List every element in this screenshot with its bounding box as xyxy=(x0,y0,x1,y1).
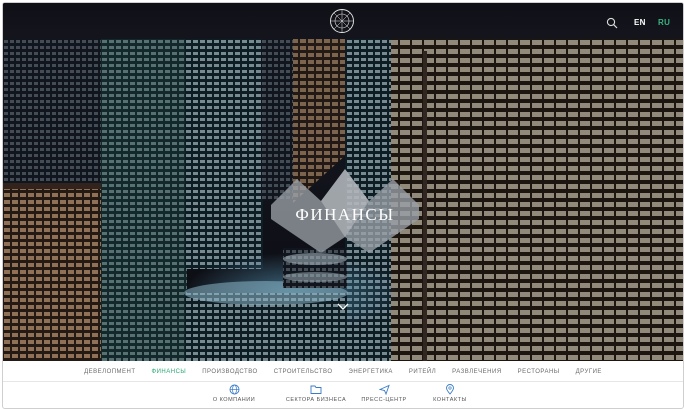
sector-nav-item[interactable]: РИТЕЙЛ xyxy=(401,369,444,375)
sector-nav-item-active[interactable]: ФИНАНСЫ xyxy=(144,369,195,375)
bottom-nav-label: О КОМПАНИИ xyxy=(212,397,256,403)
language-ru-button[interactable]: RU xyxy=(658,18,670,27)
bottom-nav-item-contacts[interactable]: КОНТАКТЫ xyxy=(405,384,495,403)
globe-icon xyxy=(229,384,239,395)
paper-plane-icon xyxy=(378,384,390,395)
language-en-button[interactable]: EN xyxy=(634,18,646,27)
sector-nav-item[interactable]: РАЗВЛЕЧЕНИЯ xyxy=(444,369,510,375)
logo-icon[interactable] xyxy=(329,8,355,34)
bottom-nav-label: КОНТАКТЫ xyxy=(433,397,467,403)
folder-icon xyxy=(310,385,322,394)
bottom-nav: О КОМПАНИИ СЕКТОРА БИЗНЕСА ПРЕСС-ЦЕНТР К… xyxy=(3,384,683,406)
search-icon[interactable] xyxy=(606,17,618,29)
map-pin-icon xyxy=(446,384,454,395)
sector-nav-item[interactable]: ПРОИЗВОДСТВО xyxy=(194,369,265,375)
sector-nav-item[interactable]: РЕСТОРАНЫ xyxy=(510,369,568,375)
sector-title: ФИНАНСЫ xyxy=(295,205,395,224)
bottom-nav-item-about[interactable]: О КОМПАНИИ xyxy=(189,384,279,403)
hero-banner: EN RU ФИНАНСЫ xyxy=(3,3,683,361)
sector-nav-item[interactable]: ДРУГИЕ xyxy=(568,369,610,375)
sector-nav-item[interactable]: ЭНЕРГЕТИКА xyxy=(341,369,401,375)
sector-nav: ДЕВЕЛОПМЕНТ ФИНАНСЫ ПРОИЗВОДСТВО СТРОИТЕ… xyxy=(3,363,683,381)
chevron-down-icon[interactable] xyxy=(337,302,349,311)
page-frame: EN RU ФИНАНСЫ ДЕВЕЛОПМЕНТ ФИНАНСЫ ПРОИЗВ… xyxy=(2,2,684,409)
divider xyxy=(3,381,683,382)
sector-nav-item[interactable]: СТРОИТЕЛЬСТВО xyxy=(266,369,341,375)
sector-nav-item[interactable]: ДЕВЕЛОПМЕНТ xyxy=(76,369,143,375)
